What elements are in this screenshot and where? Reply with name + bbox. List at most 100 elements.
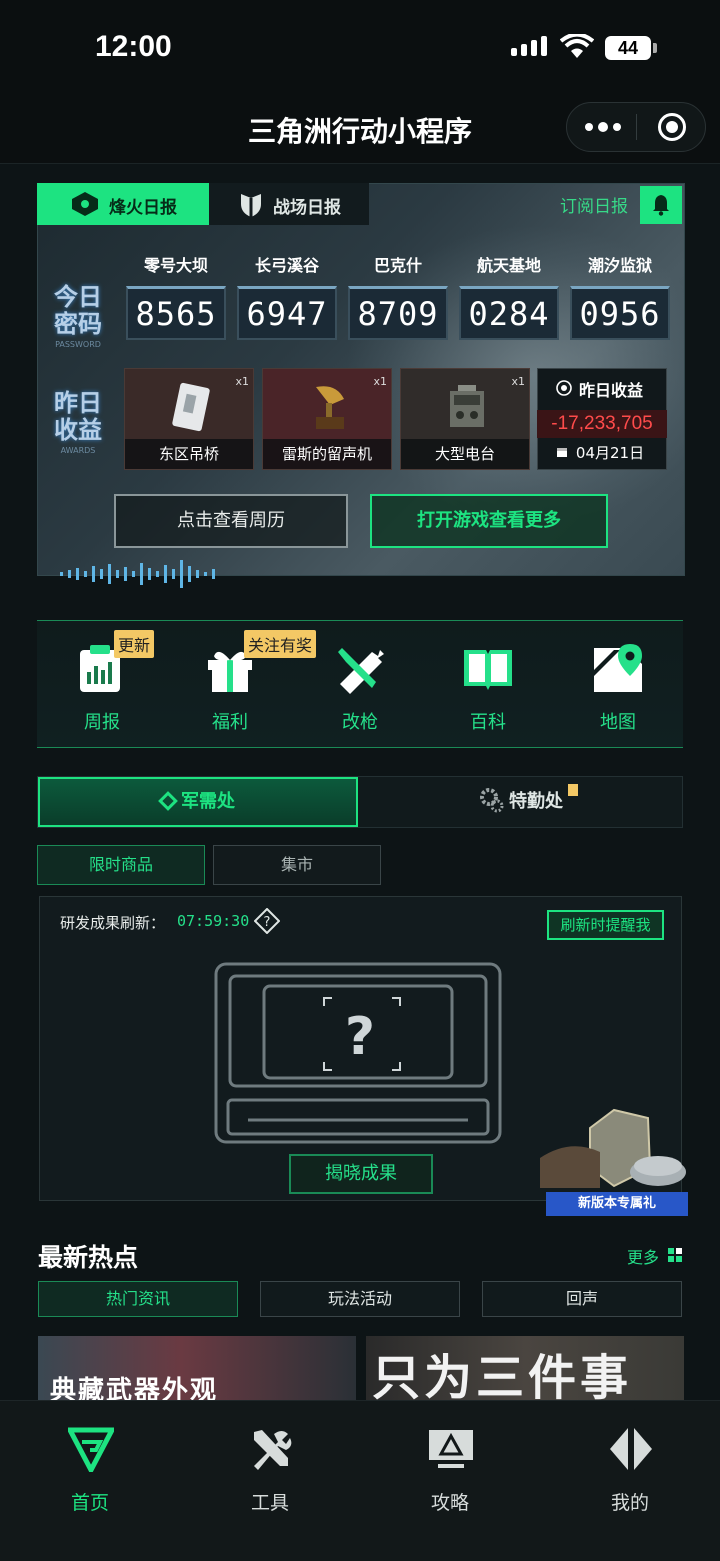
news-caption: 只为三件事 (372, 1350, 633, 1400)
mystery-crate-image: ? (214, 962, 502, 1144)
more-link[interactable]: 更多 (627, 1244, 659, 1268)
tab-hot-news[interactable]: 热门资讯 (38, 1281, 238, 1317)
news-card[interactable]: 典藏武器外观 (38, 1336, 356, 1400)
bell-button[interactable] (640, 186, 682, 224)
nav-guide[interactable]: 攻略 (390, 1420, 510, 1520)
radio-station-icon (450, 385, 484, 427)
nav-profile[interactable]: 我的 (570, 1420, 690, 1520)
map-code: 8565 (126, 286, 226, 340)
gear-icon (480, 788, 504, 813)
capsule-divider (636, 114, 637, 140)
reward-item-card[interactable]: x1 雷斯的留声机 (262, 368, 392, 470)
map-name: 巴克什 (373, 256, 422, 275)
status-time: 12:00 (95, 30, 172, 63)
news-card[interactable]: 只为三件事 (366, 1336, 684, 1400)
map-name: 长弓溪谷 (254, 256, 319, 275)
map-code: 0956 (570, 286, 670, 340)
map-code: 0284 (459, 286, 559, 340)
tab-fire-label: 烽火日报 (109, 198, 177, 218)
nav-label: 攻略 (430, 1492, 469, 1514)
nav-home[interactable]: 首页 (30, 1420, 150, 1520)
open-game-button[interactable]: 打开游戏查看更多 (370, 494, 608, 548)
item-qty: x1 (235, 375, 249, 388)
new-version-gift-badge[interactable]: 新版本专属礼 (546, 1192, 688, 1216)
tool-label: 地图 (600, 712, 636, 733)
item-name: 雷斯的留声机 (263, 439, 391, 469)
tool-encyclopedia[interactable]: 百科 (438, 636, 538, 736)
home-logo-icon (68, 1427, 114, 1472)
earnings-date: 04月21日 (575, 444, 645, 462)
refresh-countdown: 07:59:30 (177, 912, 250, 930)
fire-shield-icon (72, 192, 98, 216)
tool-label: 福利 (212, 712, 248, 733)
help-icon[interactable]: ? (254, 908, 280, 934)
map-name: 航天基地 (476, 256, 541, 275)
tool-map[interactable]: 地图 (568, 636, 668, 736)
tab-special-ops[interactable]: 特勤处 (360, 777, 682, 827)
hot-section-title: 最新热点 (38, 1243, 139, 1272)
nav-label: 工具 (250, 1492, 289, 1514)
tab-battle-report[interactable]: 战场日报 (209, 183, 369, 225)
remind-me-button[interactable]: 刷新时提醒我 (547, 910, 664, 940)
card-item-icon (172, 382, 210, 432)
tab-gameplay-events[interactable]: 玩法活动 (260, 1281, 460, 1317)
nav-label: 首页 (70, 1492, 109, 1514)
tool-gun-mod[interactable]: 改枪 (310, 636, 410, 736)
close-target-icon (666, 121, 678, 133)
notice-badge (568, 784, 578, 796)
tab-echo[interactable]: 回声 (482, 1281, 682, 1317)
tab-quartermaster[interactable]: 军需处 (38, 777, 358, 827)
tab-special-ops-label: 特勤处 (509, 791, 563, 812)
guide-monitor-icon (429, 1430, 473, 1468)
map-code: 6947 (237, 286, 337, 340)
wifi-icon (560, 34, 594, 58)
reward-item-card[interactable]: x1 东区吊桥 (124, 368, 254, 470)
diamond-icon (158, 791, 178, 811)
more-menu-button[interactable] (576, 108, 632, 146)
tool-label: 周报 (84, 712, 120, 733)
subscribe-report-link[interactable]: 订阅日报 (560, 192, 628, 217)
follow-reward-badge: 关注有奖 (244, 630, 317, 658)
tab-quartermaster-label: 军需处 (181, 791, 235, 812)
today-code-label: 今日 密码 (54, 283, 102, 338)
update-badge: 更新 (114, 630, 155, 658)
battery-tip (653, 43, 657, 53)
nav-tools[interactable]: 工具 (210, 1420, 330, 1520)
item-name: 大型电台 (401, 439, 529, 469)
map-code: 8709 (348, 286, 448, 340)
item-qty: x1 (511, 375, 525, 388)
map-pin-icon (594, 644, 642, 692)
new-version-gift-art[interactable] (540, 1108, 690, 1196)
bell-icon (653, 195, 669, 216)
svg-text:?: ? (264, 915, 271, 930)
subtab-limited-goods[interactable]: 限时商品 (37, 845, 205, 885)
refresh-label: 研发成果刷新： (60, 914, 166, 932)
view-week-calendar-button[interactable]: 点击查看周历 (114, 494, 348, 548)
signal-icon (511, 36, 547, 56)
tool-label: 百科 (470, 712, 506, 733)
reward-item-card[interactable]: x1 大型电台 (400, 368, 530, 470)
yesterday-earn-label: 昨日 收益 (54, 389, 102, 444)
audio-wave-decoration (60, 560, 215, 588)
news-caption: 典藏武器外观 (50, 1376, 219, 1400)
today-code-sublabel: PASSWORD (55, 340, 101, 349)
book-icon (464, 650, 512, 690)
svg-text:?: ? (345, 1007, 375, 1067)
profile-logo-icon (610, 1428, 652, 1470)
map-name: 潮汐监狱 (587, 256, 652, 275)
reveal-result-button[interactable]: 揭晓成果 (289, 1154, 433, 1194)
subtab-market[interactable]: 集市 (213, 845, 381, 885)
more-dots-icon (585, 123, 593, 131)
tab-fire-report[interactable]: 烽火日报 (37, 183, 209, 225)
gun-wrench-icon (338, 648, 384, 694)
item-name: 东区吊桥 (125, 439, 253, 469)
tool-label: 改枪 (342, 712, 378, 733)
grid-icon (668, 1248, 682, 1262)
battle-shield-icon (241, 194, 261, 217)
battery-icon: 44 (605, 36, 651, 60)
earnings-title: 昨日收益 (578, 381, 643, 400)
item-qty: x1 (373, 375, 387, 388)
earnings-value: -17,233,705 (537, 410, 667, 438)
yesterday-earn-sublabel: AWARDS (60, 446, 96, 455)
nav-label: 我的 (610, 1492, 649, 1514)
